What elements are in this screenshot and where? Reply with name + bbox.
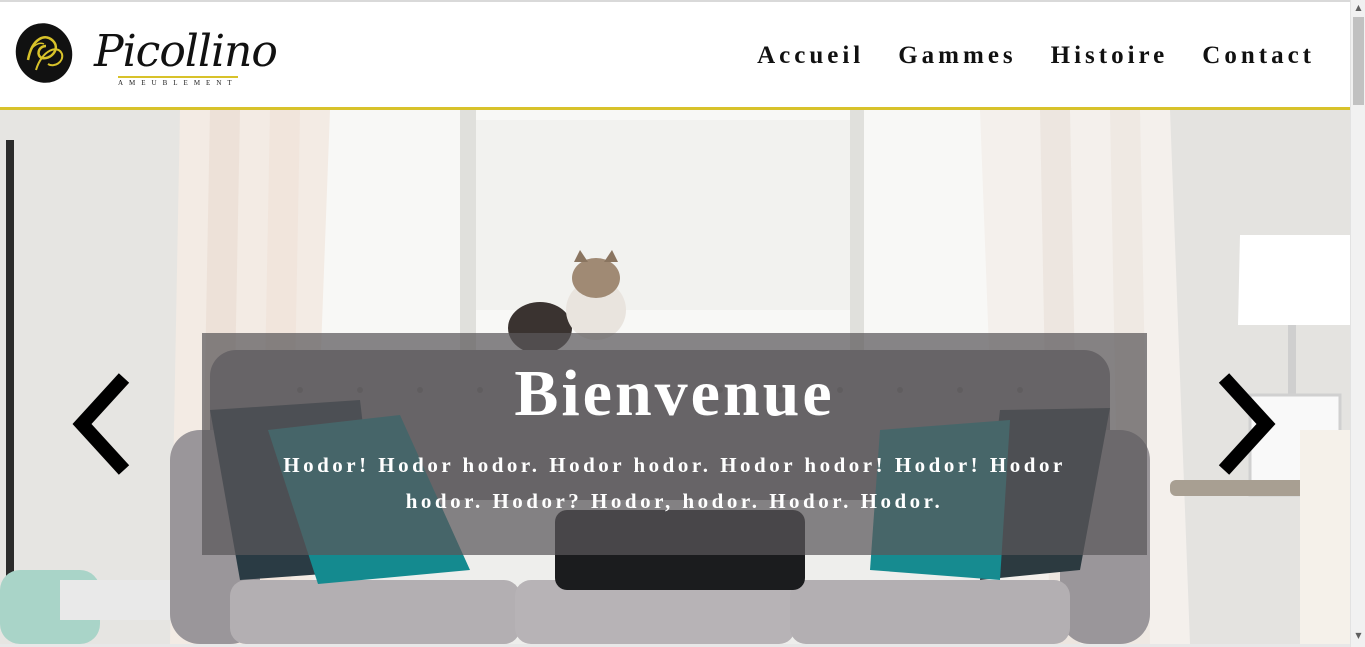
hero-carousel: Bienvenue Hodor! Hodor hodor. Hodor hodo… [0, 110, 1350, 644]
brand-logo[interactable]: Picollino AMEUBLEMENT [14, 20, 278, 90]
scroll-down-arrow-icon[interactable]: ▼ [1351, 628, 1365, 643]
scrollbar-thumb[interactable] [1353, 17, 1364, 105]
hero-caption: Bienvenue Hodor! Hodor hodor. Hodor hodo… [202, 333, 1147, 555]
logo-emblem-icon [15, 23, 73, 83]
hero-text: Hodor! Hodor hodor. Hodor hodor. Hodor h… [283, 453, 1066, 513]
site-header: Picollino AMEUBLEMENT Accueil Gammes His… [0, 0, 1350, 110]
carousel-prev-button[interactable] [72, 372, 132, 476]
brand-tagline: AMEUBLEMENT [118, 76, 238, 87]
nav-item-gammes[interactable]: Gammes [898, 42, 1016, 70]
carousel-next-button[interactable] [1216, 372, 1276, 476]
page-scrollbar[interactable]: ▲ ▼ [1350, 0, 1365, 647]
chevron-right-icon [1218, 373, 1276, 475]
nav-item-contact[interactable]: Contact [1202, 42, 1315, 70]
hero-title: Bienvenue [514, 357, 835, 430]
scroll-up-arrow-icon[interactable]: ▲ [1351, 0, 1365, 15]
main-nav: Accueil Gammes Histoire Contact [757, 42, 1315, 70]
chevron-left-icon [72, 373, 130, 475]
nav-item-histoire[interactable]: Histoire [1051, 42, 1169, 70]
nav-item-accueil[interactable]: Accueil [757, 42, 864, 70]
brand-name: Picollino [94, 26, 278, 77]
